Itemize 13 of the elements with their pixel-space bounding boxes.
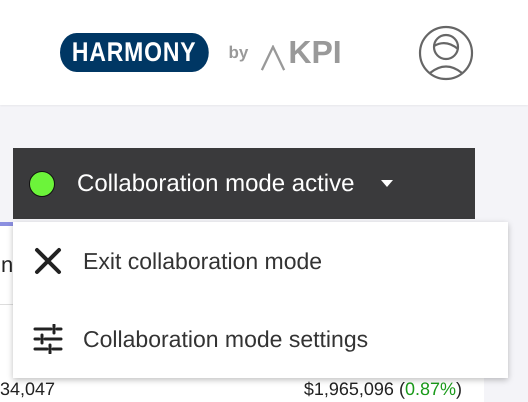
brand-logo: KPI [260,34,342,71]
harmony-logo: HARMONY [60,33,208,72]
table-cell: n [1,252,14,278]
close-icon [33,246,63,276]
by-text: by [228,42,248,62]
table-cell: 34,047 [0,379,56,399]
collaboration-mode-dropdown[interactable]: Collaboration mode active [13,148,475,219]
menu-item[interactable]: Collaboration mode settings [13,300,508,378]
menu-item[interactable]: Exit collaboration mode [13,222,508,300]
caret-icon [380,180,392,187]
sliders-icon [33,324,63,354]
user-avatar-icon[interactable] [418,24,474,80]
table-cell: $1,965,096 (0.87%) [304,379,462,399]
